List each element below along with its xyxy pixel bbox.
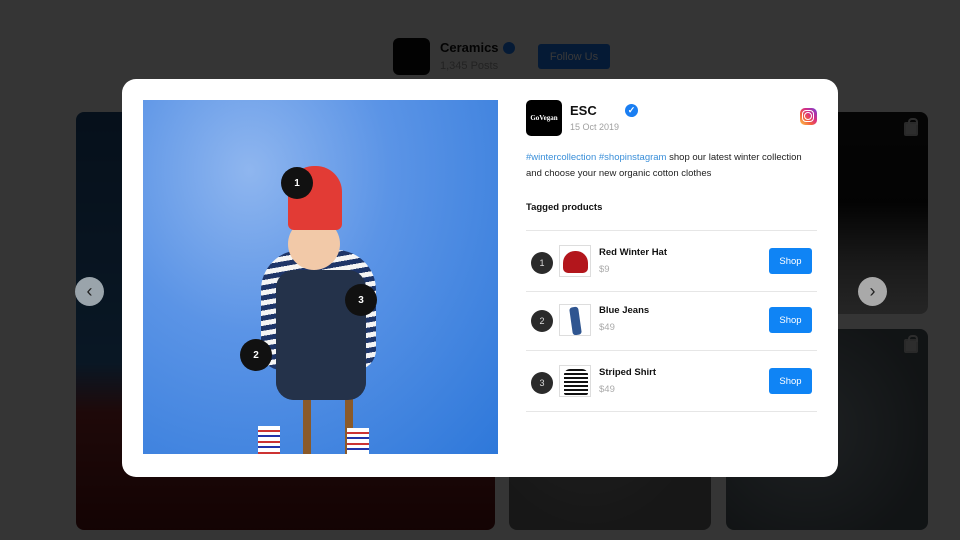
product-tag-1[interactable]: 1 [281, 167, 313, 199]
product-price: $49 [599, 322, 615, 333]
author-name[interactable]: ESC [570, 103, 597, 118]
product-price: $9 [599, 264, 610, 275]
chevron-right-icon: › [869, 281, 876, 301]
product-name[interactable]: Red Winter Hat [599, 247, 667, 258]
post-modal: 1 2 3 GoVegan ESC ✓ 15 Oct 2019 #winterc… [122, 79, 838, 477]
product-thumbnail[interactable] [559, 304, 591, 336]
product-tag-2[interactable]: 2 [240, 339, 272, 371]
verified-icon: ✓ [625, 104, 638, 117]
author-avatar[interactable]: GoVegan [526, 100, 562, 136]
hashtag-link[interactable]: #wintercollection [526, 152, 596, 163]
product-name[interactable]: Blue Jeans [599, 305, 649, 316]
instagram-icon[interactable] [800, 108, 817, 125]
product-item: 2 Blue Jeans $49 Shop [526, 292, 817, 351]
shop-button[interactable]: Shop [769, 248, 812, 274]
post-caption: #wintercollection #shopinstagram shop ou… [526, 150, 806, 182]
product-number: 3 [531, 372, 553, 394]
hashtag-link[interactable]: #shopinstagram [599, 152, 667, 163]
previous-button[interactable]: ‹ [75, 277, 104, 306]
shop-button[interactable]: Shop [769, 307, 812, 333]
product-thumbnail[interactable] [559, 245, 591, 277]
product-number: 1 [531, 252, 553, 274]
product-item: 1 Red Winter Hat $9 Shop [526, 231, 817, 292]
post-image: 1 2 3 [143, 100, 498, 454]
shirt-image [564, 369, 588, 395]
product-tag-3[interactable]: 3 [345, 284, 377, 316]
jeans-image [569, 306, 582, 335]
hat-image [563, 251, 588, 273]
product-price: $49 [599, 384, 615, 395]
product-number: 2 [531, 310, 553, 332]
next-button[interactable]: › [858, 277, 887, 306]
chevron-left-icon: ‹ [86, 281, 93, 301]
tagged-products-heading: Tagged products [526, 202, 603, 213]
product-name[interactable]: Striped Shirt [599, 367, 656, 378]
product-list: 1 Red Winter Hat $9 Shop 2 Blue Jeans $4… [526, 230, 817, 412]
shop-button[interactable]: Shop [769, 368, 812, 394]
post-date: 15 Oct 2019 [570, 122, 620, 132]
product-item: 3 Striped Shirt $49 Shop [526, 351, 817, 412]
product-thumbnail[interactable] [559, 365, 591, 397]
